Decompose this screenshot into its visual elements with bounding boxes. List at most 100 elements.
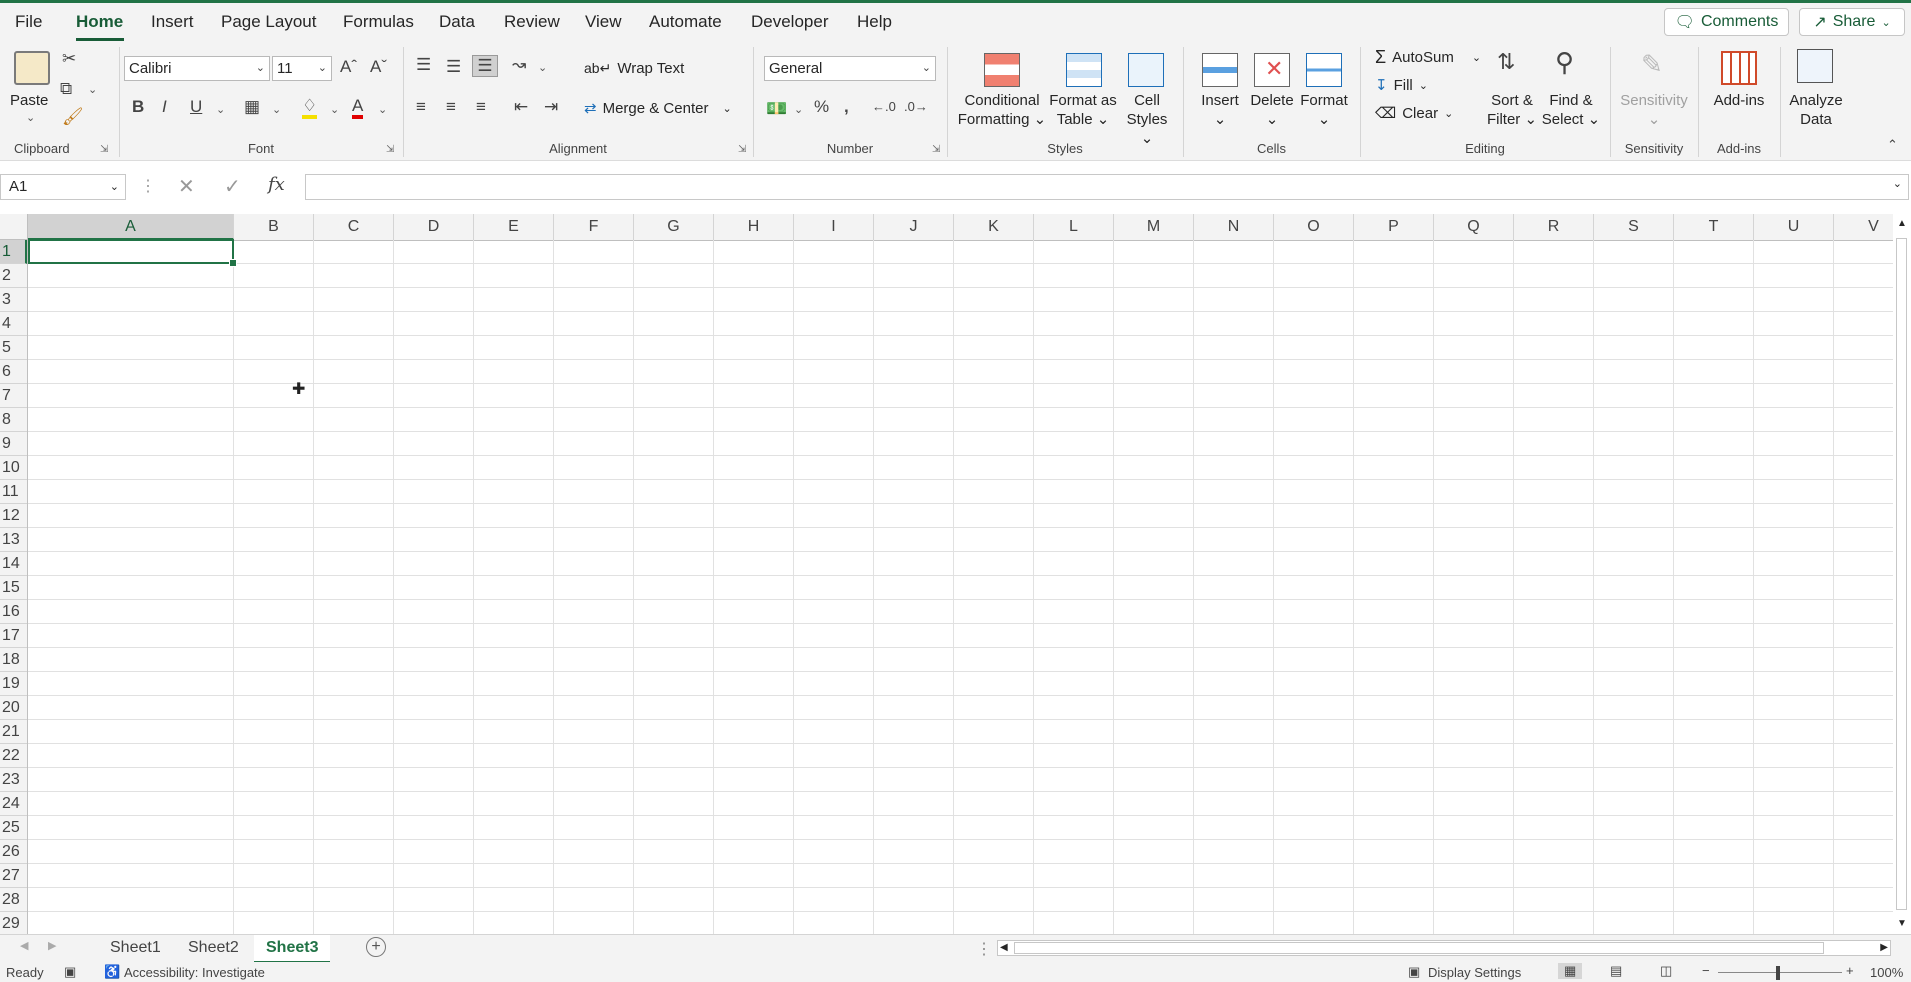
- tab-developer[interactable]: Developer: [751, 12, 829, 32]
- row-header-10[interactable]: 10: [0, 456, 27, 480]
- addins-icon[interactable]: [1721, 51, 1757, 85]
- merge-center-button[interactable]: ⇄ Merge & Center ⌄: [584, 97, 732, 119]
- increase-decimal-icon[interactable]: ←.0: [872, 99, 896, 114]
- align-left-icon[interactable]: ≡: [416, 97, 426, 117]
- alignment-launcher-icon[interactable]: ⇲: [738, 144, 746, 155]
- format-painter-icon[interactable]: 🖌: [62, 107, 84, 127]
- paste-dropdown-icon[interactable]: ⌄: [26, 111, 35, 124]
- row-header-17[interactable]: 17: [0, 624, 27, 648]
- align-middle-icon[interactable]: ☰: [446, 57, 461, 77]
- delete-cells-icon[interactable]: ✕: [1254, 53, 1290, 87]
- sort-filter-icon[interactable]: ⇅: [1497, 49, 1515, 75]
- row-header-24[interactable]: 24: [0, 792, 27, 816]
- align-bottom-icon[interactable]: ☰: [472, 55, 498, 77]
- orientation-dropdown-icon[interactable]: ⌄: [538, 61, 547, 74]
- scroll-up-icon[interactable]: ▲: [1897, 218, 1907, 229]
- bold-button[interactable]: B: [132, 97, 144, 117]
- number-format-combo[interactable]: General ⌄: [764, 56, 936, 81]
- row-header-3[interactable]: 3: [0, 288, 27, 312]
- column-header-r[interactable]: R: [1514, 214, 1594, 240]
- tab-page-layout[interactable]: Page Layout: [221, 12, 316, 32]
- cell-styles-label[interactable]: Cell Styles ⌄: [1122, 91, 1172, 148]
- sheet-tab-sheet1[interactable]: Sheet1: [98, 935, 173, 961]
- select-all-corner[interactable]: [0, 214, 28, 240]
- addins-label[interactable]: Add-ins: [1699, 91, 1779, 110]
- fill-button[interactable]: ↧ Fill ⌄: [1375, 76, 1428, 95]
- paste-icon[interactable]: [14, 51, 50, 85]
- row-header-9[interactable]: 9: [0, 432, 27, 456]
- column-header-u[interactable]: U: [1754, 214, 1834, 240]
- copy-dropdown-icon[interactable]: ⌄: [88, 83, 97, 96]
- find-select-label[interactable]: Find & Select ⌄: [1541, 91, 1601, 129]
- fill-color-icon[interactable]: ♢: [302, 97, 318, 119]
- horizontal-scroll-thumb[interactable]: [1014, 942, 1824, 954]
- tab-file[interactable]: File: [15, 12, 42, 32]
- number-launcher-icon[interactable]: ⇲: [932, 144, 940, 155]
- analyze-data-label[interactable]: Analyze Data: [1781, 91, 1851, 129]
- underline-button[interactable]: U: [190, 97, 202, 117]
- normal-view-icon[interactable]: ▦: [1558, 963, 1583, 979]
- row-header-11[interactable]: 11: [0, 480, 27, 504]
- decrease-font-icon[interactable]: Aˇ: [370, 57, 387, 77]
- zoom-slider[interactable]: [1718, 972, 1842, 973]
- decrease-decimal-icon[interactable]: .0→: [904, 99, 928, 114]
- column-header-e[interactable]: E: [474, 214, 554, 240]
- display-settings-label[interactable]: Display Settings: [1428, 965, 1521, 980]
- formula-input[interactable]: ⌄: [305, 174, 1909, 200]
- delete-cells-label[interactable]: Delete ⌄: [1246, 91, 1298, 129]
- vertical-scrollbar[interactable]: ▲ ▼: [1893, 214, 1911, 934]
- orientation-icon[interactable]: ↝: [512, 55, 526, 75]
- prev-sheet-icon[interactable]: ◀: [20, 939, 28, 952]
- accessibility-status[interactable]: Accessibility: Investigate: [124, 965, 265, 980]
- insert-cells-label[interactable]: Insert ⌄: [1194, 91, 1246, 129]
- share-button[interactable]: ↗ Share ⌄: [1799, 8, 1905, 36]
- column-header-p[interactable]: P: [1354, 214, 1434, 240]
- cancel-icon[interactable]: ✕: [178, 174, 195, 199]
- column-header-i[interactable]: I: [794, 214, 874, 240]
- enter-icon[interactable]: ✓: [224, 174, 241, 199]
- row-header-12[interactable]: 12: [0, 504, 27, 528]
- tab-split-handle-icon[interactable]: ⋮: [976, 939, 992, 959]
- font-color-dropdown-icon[interactable]: ⌄: [378, 103, 387, 116]
- column-header-h[interactable]: H: [714, 214, 794, 240]
- row-header-29[interactable]: 29: [0, 912, 27, 934]
- next-sheet-icon[interactable]: ▶: [48, 939, 56, 952]
- borders-dropdown-icon[interactable]: ⌄: [272, 103, 281, 116]
- row-header-18[interactable]: 18: [0, 648, 27, 672]
- tab-help[interactable]: Help: [857, 12, 892, 32]
- align-top-icon[interactable]: ☰: [416, 55, 431, 75]
- accessibility-icon[interactable]: ♿: [104, 964, 120, 980]
- horizontal-scrollbar[interactable]: ◀ ▶: [997, 940, 1891, 956]
- insert-function-icon[interactable]: fx: [268, 174, 285, 195]
- column-header-f[interactable]: F: [554, 214, 634, 240]
- font-color-icon[interactable]: A: [352, 97, 364, 119]
- column-header-o[interactable]: O: [1274, 214, 1354, 240]
- cells-area[interactable]: [28, 240, 1893, 934]
- fill-color-dropdown-icon[interactable]: ⌄: [330, 103, 339, 116]
- column-header-b[interactable]: B: [234, 214, 314, 240]
- row-header-23[interactable]: 23: [0, 768, 27, 792]
- tab-home[interactable]: Home: [76, 12, 123, 32]
- row-header-4[interactable]: 4: [0, 312, 27, 336]
- comma-style-icon[interactable]: ,: [844, 97, 849, 117]
- row-header-25[interactable]: 25: [0, 816, 27, 840]
- comments-button[interactable]: 🗨 Comments: [1664, 8, 1789, 36]
- format-as-table-icon[interactable]: [1066, 53, 1102, 87]
- tab-data[interactable]: Data: [439, 12, 475, 32]
- row-header-8[interactable]: 8: [0, 408, 27, 432]
- sheet-tab-sheet3[interactable]: Sheet3: [254, 935, 331, 963]
- row-header-15[interactable]: 15: [0, 576, 27, 600]
- font-launcher-icon[interactable]: ⇲: [386, 144, 394, 155]
- row-header-7[interactable]: 7: [0, 384, 27, 408]
- insert-cells-icon[interactable]: [1202, 53, 1238, 87]
- row-header-14[interactable]: 14: [0, 552, 27, 576]
- clipboard-launcher-icon[interactable]: ⇲: [100, 144, 108, 155]
- column-header-l[interactable]: L: [1034, 214, 1114, 240]
- row-header-5[interactable]: 5: [0, 336, 27, 360]
- cell-styles-icon[interactable]: [1128, 53, 1164, 87]
- sort-filter-label[interactable]: Sort & Filter ⌄: [1485, 91, 1539, 129]
- zoom-in-icon[interactable]: +: [1846, 963, 1854, 978]
- font-name-combo[interactable]: Calibri ⌄: [124, 56, 270, 81]
- tab-review[interactable]: Review: [504, 12, 560, 32]
- row-header-27[interactable]: 27: [0, 864, 27, 888]
